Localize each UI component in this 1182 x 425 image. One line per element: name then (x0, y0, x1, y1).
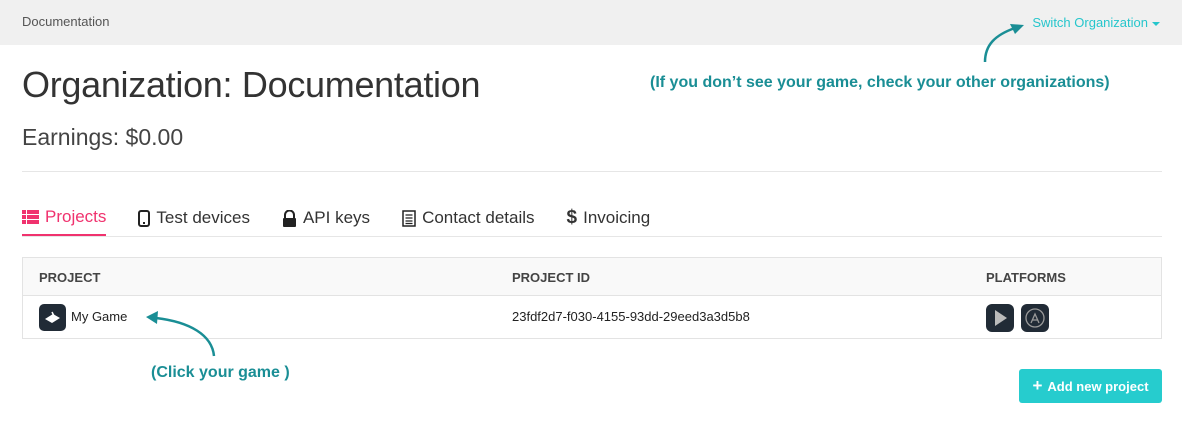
tab-test-devices[interactable]: Test devices (138, 200, 250, 236)
app-store-icon[interactable] (1021, 304, 1049, 332)
org-hint-annotation: (If you don’t see your game, check your … (650, 74, 1110, 91)
lock-icon (282, 209, 296, 227)
switch-organization-dropdown[interactable]: Switch Organization (1032, 15, 1160, 30)
tab-invoicing[interactable]: $ Invoicing (567, 200, 651, 236)
top-bar: Documentation Switch Organization (0, 0, 1182, 45)
tabs-divider (22, 236, 1162, 237)
game-icon (39, 304, 66, 331)
switch-organization-label: Switch Organization (1032, 15, 1148, 30)
tabs: Projects Test devices API keys Contact d… (22, 200, 682, 236)
list-icon (22, 210, 39, 224)
table-row[interactable]: My Game 23fdf2d7-f030-4155-93dd-29eed3a3… (23, 296, 1161, 339)
project-name-link[interactable]: My Game (71, 309, 127, 324)
button-label: Add new project (1047, 378, 1149, 394)
plus-icon: + (1032, 376, 1043, 395)
project-id: 23fdf2d7-f030-4155-93dd-29eed3a3d5b8 (512, 309, 750, 324)
tab-label: API keys (302, 208, 371, 227)
column-header: PROJECT ID (512, 270, 591, 285)
dollar-icon: $ (566, 207, 578, 228)
earnings: Earnings: $0.00 (22, 124, 184, 150)
tab-label: Projects (45, 207, 107, 226)
mobile-icon (138, 209, 151, 227)
projects-table: PROJECT PROJECT ID PLATFORMS My Game 23f… (22, 257, 1162, 339)
tab-label: Invoicing (583, 208, 651, 227)
game-hint-annotation: (Click your game ) (151, 364, 290, 381)
caret-down-icon (1152, 21, 1160, 26)
contact-list-icon (402, 209, 416, 227)
google-play-icon[interactable] (986, 304, 1014, 332)
divider (22, 171, 1162, 172)
column-header: PROJECT (39, 270, 101, 285)
tab-label: Contact details (422, 208, 535, 227)
tab-api-keys[interactable]: API keys (282, 200, 370, 236)
column-header: PLATFORMS (986, 270, 1066, 285)
breadcrumb[interactable]: Documentation (22, 14, 109, 29)
tab-projects[interactable]: Projects (22, 200, 107, 236)
tab-label: Test devices (156, 208, 250, 227)
table-header: PROJECT PROJECT ID PLATFORMS (23, 258, 1161, 296)
page-title: Organization: Documentation (22, 64, 481, 105)
tab-contact-details[interactable]: Contact details (402, 200, 535, 236)
add-new-project-button[interactable]: + Add new project (1019, 369, 1162, 403)
